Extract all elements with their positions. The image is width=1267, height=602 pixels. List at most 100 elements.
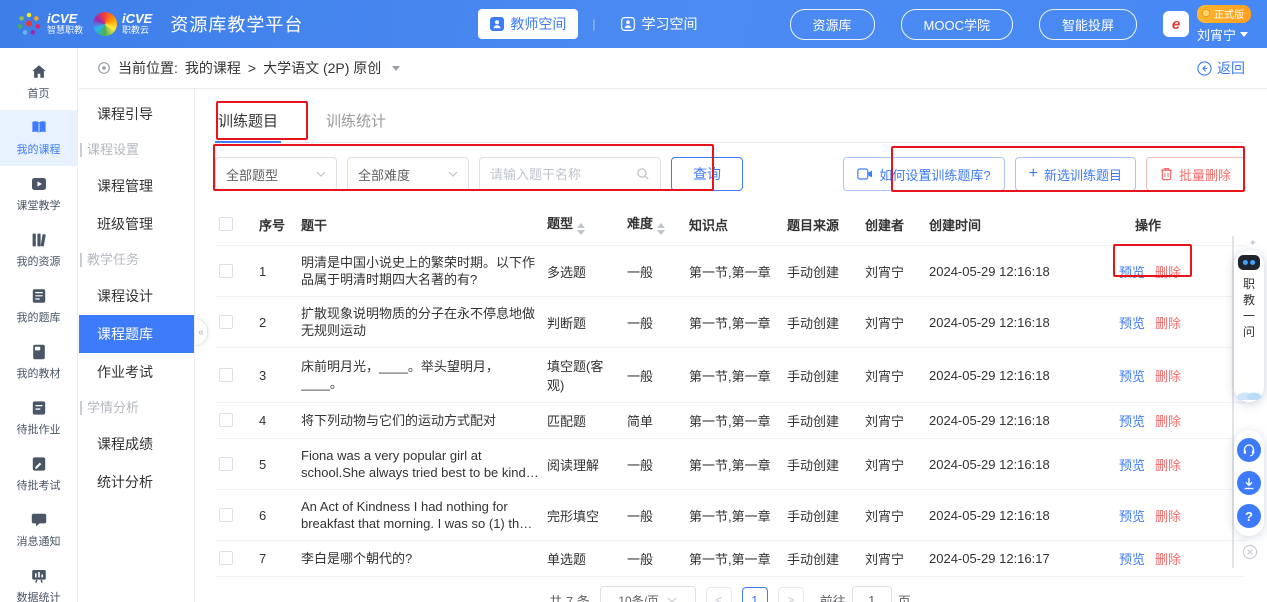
assistant-widget[interactable]: 职教一问 (1234, 250, 1264, 402)
select-all-checkbox[interactable] (219, 217, 233, 231)
cell-knowledge: 第一节,第一章 (685, 439, 783, 490)
delete-link[interactable]: 删除 (1155, 414, 1181, 429)
preview-link[interactable]: 预览 (1119, 265, 1145, 280)
row-checkbox[interactable] (219, 457, 233, 471)
goto-label: 前往 (820, 591, 846, 602)
user-name[interactable]: 刘宵宁 (1197, 25, 1248, 44)
sidebar-item-我的资源[interactable]: 我的资源 (0, 222, 77, 278)
goto-page-input[interactable] (852, 586, 892, 602)
col-index: 序号 (255, 203, 297, 246)
nav-teacher-space[interactable]: 教师空间 (478, 9, 578, 39)
col-type[interactable]: 题型 (543, 203, 623, 246)
preview-link[interactable]: 预览 (1119, 414, 1145, 429)
tab-training-statistics[interactable]: 训练统计 (323, 101, 389, 142)
menu-item-课程管理[interactable]: 课程管理 (79, 167, 194, 205)
preview-link[interactable]: 预览 (1119, 316, 1145, 331)
menu-item-统计分析[interactable]: 统计分析 (79, 463, 194, 501)
download-button[interactable] (1237, 471, 1261, 495)
platform-title: 资源库教学平台 (170, 11, 303, 37)
sidebar-item-首页[interactable]: 首页 (0, 54, 77, 110)
row-checkbox[interactable] (219, 551, 233, 565)
page-size-select[interactable]: 10条/页 (600, 586, 696, 602)
sidebar-item-消息通知[interactable]: 消息通知 (0, 502, 77, 558)
breadcrumb-course-name[interactable]: 大学语文 (2P) 原创 (263, 58, 381, 78)
menu-item-课程成绩[interactable]: 课程成绩 (79, 425, 194, 463)
robot-icon (1238, 255, 1260, 270)
sidebar-item-待批考试[interactable]: 待批考试 (0, 446, 77, 502)
mooc-academy-button[interactable]: MOOC学院 (901, 9, 1013, 40)
cell-stem: 扩散现象说明物质的分子在永不停息地做无规则运动 (301, 305, 539, 339)
delete-link[interactable]: 删除 (1155, 316, 1181, 331)
menu-item-课程引导[interactable]: 课程引导 (79, 95, 194, 133)
plus-icon: + (1029, 166, 1038, 182)
badge-label: 正式版 (1214, 6, 1244, 21)
row-checkbox[interactable] (219, 264, 233, 278)
tab-training-questions[interactable]: 训练题目 (215, 101, 281, 143)
nav-learning-space[interactable]: 学习空间 (609, 9, 709, 39)
cell-stem: 李白是哪个朝代的? (301, 550, 539, 567)
customer-service-button[interactable] (1237, 438, 1261, 462)
col-actions: 操作 (1091, 203, 1245, 246)
menu-item-课程设计[interactable]: 课程设计 (79, 277, 194, 315)
row-checkbox[interactable] (219, 315, 233, 329)
next-page-button[interactable]: > (778, 587, 804, 602)
add-training-questions-button[interactable]: + 新选训练题目 (1015, 157, 1136, 191)
help-button[interactable]: ? (1237, 504, 1261, 528)
delete-link[interactable]: 删除 (1155, 458, 1181, 473)
delete-link[interactable]: 删除 (1155, 509, 1181, 524)
row-checkbox[interactable] (219, 508, 233, 522)
cell-type: 单选题 (543, 541, 623, 577)
smart-cast-button[interactable]: 智能投屏 (1039, 9, 1137, 40)
teacher-space-icon (490, 17, 504, 31)
howto-setup-button[interactable]: 如何设置训练题库? (843, 157, 1004, 191)
avatar[interactable]: e (1163, 11, 1189, 37)
user-block[interactable]: e 正式版 刘宵宁 (1163, 5, 1251, 44)
headset-icon (1242, 443, 1256, 457)
col-created: 创建时间 (925, 203, 1091, 246)
question-type-select[interactable]: 全部题型 (215, 157, 337, 191)
preview-link[interactable]: 预览 (1119, 552, 1145, 567)
prev-page-button[interactable]: < (706, 587, 732, 602)
preview-link[interactable]: 预览 (1119, 369, 1145, 384)
breadcrumb-my-courses[interactable]: 我的课程 (185, 58, 241, 78)
preview-link[interactable]: 预览 (1119, 458, 1145, 473)
sidebar-item-我的课程[interactable]: 我的课程 (0, 110, 77, 166)
sidebar-item-课堂教学[interactable]: 课堂教学 (0, 166, 77, 222)
menu-item-作业考试[interactable]: 作业考试 (79, 353, 194, 391)
menu-item-班级管理[interactable]: 班级管理 (79, 205, 194, 243)
sidebar-item-数据统计[interactable]: 数据统计 (0, 558, 77, 602)
sort-icon[interactable] (657, 223, 665, 235)
sidebar-item-我的题库[interactable]: 我的题库 (0, 278, 77, 334)
cell-index: 1 (255, 246, 297, 297)
back-label: 返回 (1217, 58, 1245, 78)
menu-item-课程题库[interactable]: 课程题库 (79, 315, 194, 353)
close-widgets-icon[interactable] (1242, 544, 1258, 563)
table-row: 2 扩散现象说明物质的分子在永不停息地做无规则运动 判断题 一般 第一节,第一章… (215, 297, 1245, 348)
cell-creator: 刘宵宁 (861, 403, 925, 439)
stem-search-input[interactable] (490, 167, 636, 182)
cell-index: 4 (255, 403, 297, 439)
row-checkbox[interactable] (219, 368, 233, 382)
delete-link[interactable]: 删除 (1155, 552, 1181, 567)
delete-link[interactable]: 删除 (1155, 265, 1181, 280)
cell-index: 7 (255, 541, 297, 577)
nav-separator: | (592, 17, 595, 31)
sidebar-item-待批作业[interactable]: 待批作业 (0, 390, 77, 446)
row-checkbox[interactable] (219, 413, 233, 427)
batch-delete-button[interactable]: 批量删除 (1146, 157, 1245, 191)
back-button[interactable]: 返回 (1197, 58, 1245, 78)
main-content: 训练题目 训练统计 全部题型 全部难度 查询 如何设置训练题库? + 新选训练题… (196, 89, 1267, 602)
sidebar-item-label: 我的教材 (17, 365, 61, 381)
col-difficulty[interactable]: 难度 (623, 203, 685, 246)
cell-creator: 刘宵宁 (861, 246, 925, 297)
resource-library-button[interactable]: 资源库 (790, 9, 875, 40)
delete-link[interactable]: 删除 (1155, 369, 1181, 384)
current-page-button[interactable]: 1 (742, 587, 768, 602)
sidebar-item-我的教材[interactable]: 我的教材 (0, 334, 77, 390)
difficulty-select[interactable]: 全部难度 (347, 157, 469, 191)
preview-link[interactable]: 预览 (1119, 509, 1145, 524)
sidebar-item-label: 数据统计 (17, 589, 61, 602)
sort-icon[interactable] (577, 223, 585, 235)
homework-icon (30, 399, 48, 417)
query-button[interactable]: 查询 (671, 157, 743, 191)
